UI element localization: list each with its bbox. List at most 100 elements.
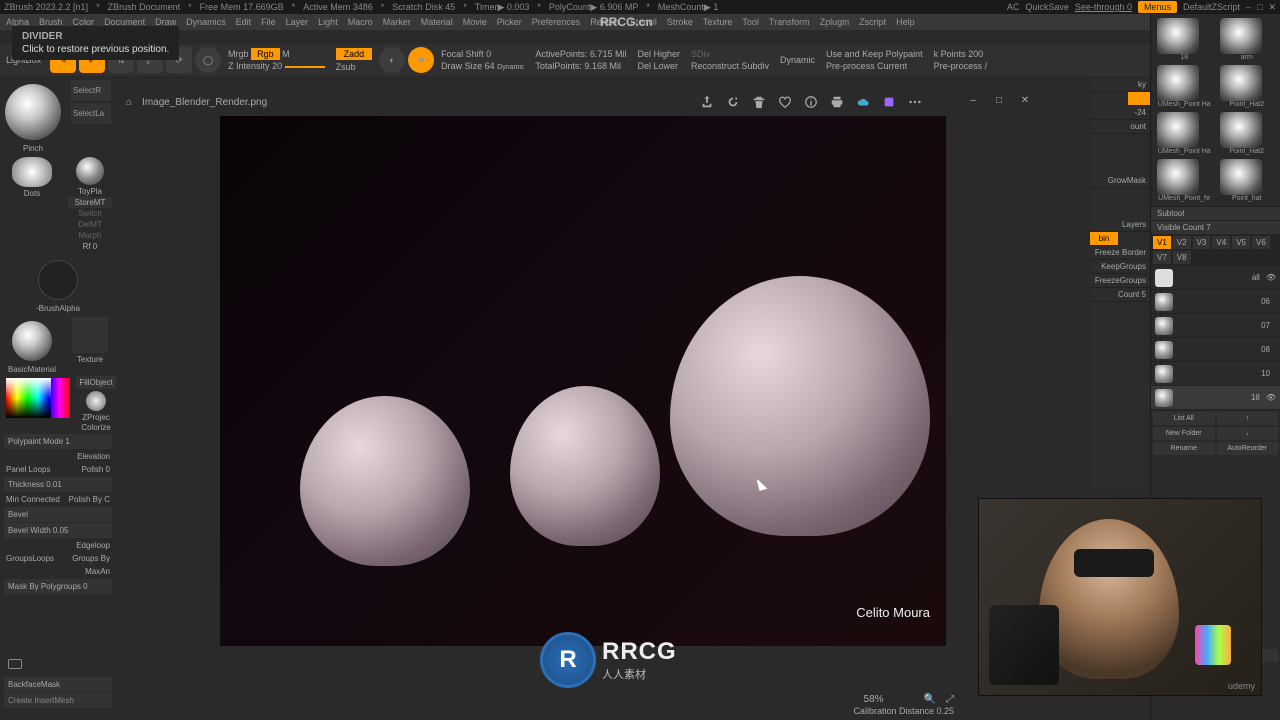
menu-transform[interactable]: Transform (769, 17, 810, 27)
tab-v4[interactable]: V4 (1212, 236, 1230, 249)
menus-toggle[interactable]: Menus (1138, 1, 1177, 13)
menu-picker[interactable]: Picker (497, 17, 522, 27)
tool-thumb[interactable] (1220, 65, 1262, 101)
maximize-window-icon[interactable]: □ (992, 95, 1006, 109)
groupsby-btn[interactable]: Groups By (72, 554, 110, 563)
colorize-btn[interactable]: Colorize (76, 422, 116, 433)
tab-v3[interactable]: V3 (1193, 236, 1211, 249)
dynamesh-icon[interactable]: ✹ (408, 47, 434, 73)
close-icon[interactable]: ✕ (1268, 2, 1276, 13)
drawsize-value[interactable]: 64 (485, 61, 495, 71)
maxan-btn[interactable]: MaxAn (85, 567, 110, 576)
maskbypoly-slider[interactable]: Mask By Polygroups 0 (4, 579, 112, 594)
sdiv-slider[interactable]: SDiv (691, 49, 769, 59)
autoreorder-btn[interactable]: AutoReorder (1217, 442, 1279, 455)
zoomfit-icon[interactable]: ⤢ (946, 694, 954, 705)
sculptris-icon[interactable]: ◐ (379, 47, 405, 73)
createinsert-btn[interactable]: Create InsertMesh (4, 693, 112, 708)
menu-preferences[interactable]: Preferences (532, 17, 581, 27)
selectlasso-btn[interactable]: SelectLa (71, 103, 111, 124)
rename-btn[interactable]: Rename (1153, 442, 1215, 455)
quicksave-btn[interactable]: QuickSave (1025, 2, 1069, 12)
morph-btn[interactable]: Morph (68, 230, 112, 241)
fr-badge[interactable] (1128, 92, 1150, 106)
selectrect-btn[interactable]: SelectR (71, 80, 111, 101)
menu-tool[interactable]: Tool (742, 17, 759, 27)
delhigher-btn[interactable]: Del Higher (637, 49, 680, 59)
perspective-icon[interactable] (8, 659, 22, 669)
fillobject-btn[interactable]: FillObject (76, 376, 116, 389)
material-preview[interactable] (12, 321, 52, 361)
subtool-row[interactable]: 06 (1151, 290, 1280, 314)
subtool-row[interactable]: 10 (1151, 362, 1280, 386)
cloud-icon[interactable] (856, 95, 870, 109)
elevation-btn[interactable]: Elevation (77, 452, 110, 461)
menu-layer[interactable]: Layer (286, 17, 309, 27)
menu-edit[interactable]: Edit (236, 17, 252, 27)
tab-v7[interactable]: V7 (1153, 251, 1171, 264)
render-viewport[interactable]: Celito Moura (220, 116, 946, 646)
fr-ky[interactable]: ky (1090, 78, 1150, 92)
preproc2-btn[interactable]: Pre-process / (934, 61, 988, 71)
tab-v1[interactable]: V1 (1153, 236, 1171, 249)
subtool-row[interactable]: 07 (1151, 314, 1280, 338)
zadd-btn[interactable]: Zadd (336, 48, 373, 60)
minconnected-btn[interactable]: Min Connected (6, 495, 60, 504)
groupsloops-btn[interactable]: GroupsLoops (6, 554, 54, 563)
rotate-icon[interactable] (726, 95, 740, 109)
minimize-window-icon[interactable]: – (966, 95, 980, 109)
bevel-slider[interactable]: Bevel (4, 507, 112, 522)
growmask-btn[interactable]: GrowMask (1090, 174, 1150, 188)
newfolder-btn[interactable]: New Folder (1153, 427, 1215, 440)
alpha-preview[interactable] (38, 260, 78, 300)
count5-btn[interactable]: Count 5 (1090, 288, 1150, 302)
arrow-up-icon[interactable]: ↑ (1217, 412, 1279, 425)
bin-btn[interactable]: bin (1090, 232, 1118, 246)
tool-thumb[interactable] (1220, 18, 1262, 54)
polish0-btn[interactable]: Polish 0 (82, 465, 110, 474)
menu-movie[interactable]: Movie (463, 17, 487, 27)
default-zscript[interactable]: DefaultZScript (1183, 2, 1240, 12)
listall-btn[interactable]: List All (1153, 412, 1215, 425)
backfacemask-btn[interactable]: BackfaceMask (4, 677, 112, 692)
focalshift-slider[interactable]: Focal Shift 0 (441, 49, 524, 59)
tab-v6[interactable]: V6 (1252, 236, 1270, 249)
delete-icon[interactable] (752, 95, 766, 109)
panelloops-btn[interactable]: Panel Loops (6, 465, 50, 474)
eye-icon[interactable]: 👁 (1266, 273, 1276, 282)
menu-material[interactable]: Material (421, 17, 453, 27)
menu-marker[interactable]: Marker (383, 17, 411, 27)
tool-thumb[interactable] (1220, 112, 1262, 148)
maximize-icon[interactable]: □ (1257, 2, 1262, 12)
menu-texture[interactable]: Texture (703, 17, 733, 27)
subtool-row[interactable]: all👁 (1151, 266, 1280, 290)
gizmo-icon[interactable]: ◯ (195, 47, 221, 73)
subtool-row[interactable]: 18👁 (1151, 386, 1280, 410)
print-icon[interactable] (830, 95, 844, 109)
tab-v5[interactable]: V5 (1232, 236, 1250, 249)
calibration-distance[interactable]: Calibration Distance 0.25 (853, 706, 954, 716)
more-icon[interactable] (908, 95, 922, 109)
freezeborder-btn[interactable]: Freeze Border (1090, 246, 1150, 260)
layers-hdr[interactable]: Layers (1090, 218, 1150, 232)
app-icon[interactable] (882, 95, 896, 109)
freezegroups-btn[interactable]: FreezeGroups (1090, 274, 1150, 288)
texture-preview[interactable] (72, 317, 108, 353)
kpoints-slider[interactable]: k Points 200 (934, 49, 988, 59)
close-window-icon[interactable]: ✕ (1018, 95, 1032, 109)
menu-stroke[interactable]: Stroke (667, 17, 693, 27)
menu-help[interactable]: Help (896, 17, 915, 27)
thickness-slider[interactable]: Thickness 0.01 (4, 477, 112, 492)
switch-btn[interactable]: Switch (68, 208, 112, 219)
menu-dynamics[interactable]: Dynamics (186, 17, 226, 27)
keepgroups-btn[interactable]: KeepGroups (1090, 260, 1150, 274)
subtool-row[interactable]: 08 (1151, 338, 1280, 362)
brush-preview[interactable] (5, 84, 61, 140)
menu-light[interactable]: Light (318, 17, 338, 27)
tool-thumb[interactable] (1157, 65, 1199, 101)
arrow-down-icon[interactable]: ↓ (1217, 427, 1279, 440)
zintensity-value[interactable]: 20 (272, 61, 282, 71)
tool-thumb[interactable] (1157, 18, 1199, 54)
menu-zscript[interactable]: Zscript (859, 17, 886, 27)
zintensity-label[interactable]: Z Intensity (228, 61, 270, 71)
